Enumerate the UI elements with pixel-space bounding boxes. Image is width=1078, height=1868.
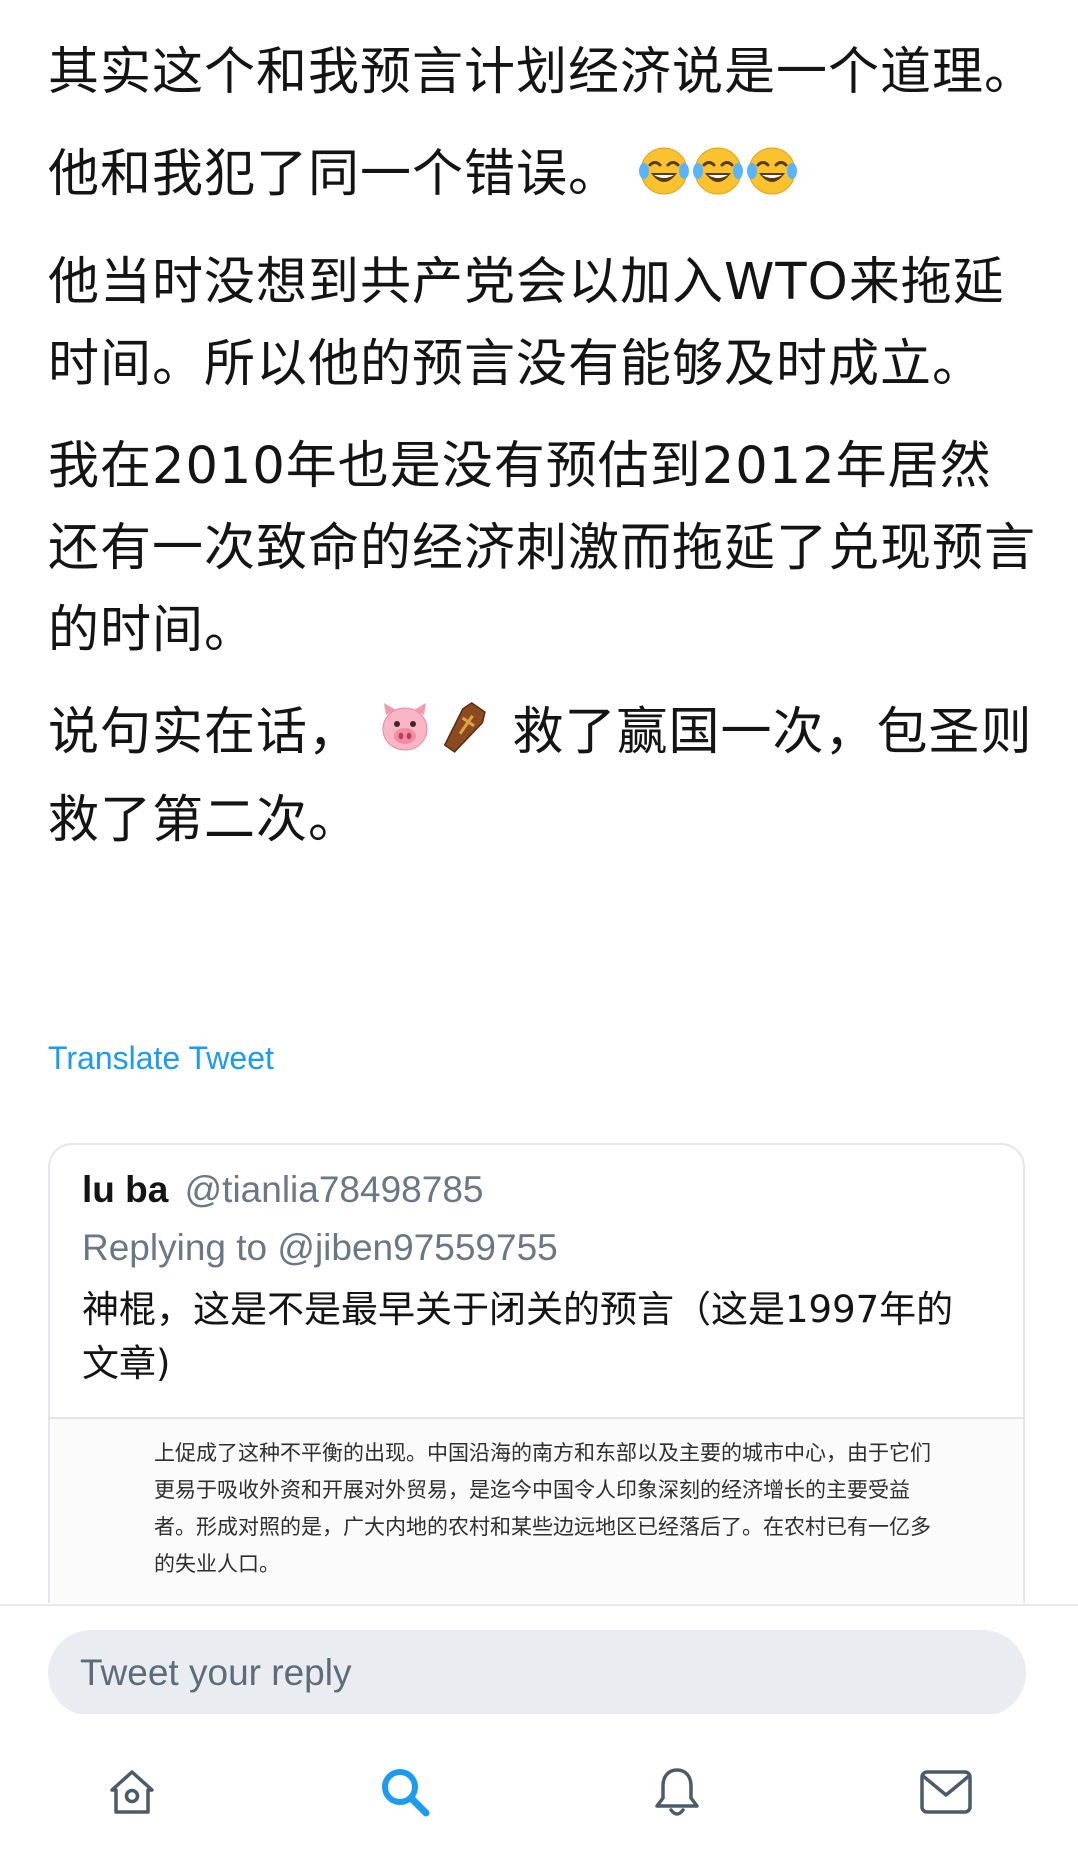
quoted-tweet-image[interactable]: 上促成了这种不平衡的出现。中国沿海的南方和东部以及主要的城市中心，由于它们更易于…	[50, 1417, 1023, 1603]
tears-of-joy-emoji-icon	[746, 140, 798, 222]
tab-notifications[interactable]	[637, 1752, 717, 1832]
coffin-emoji-icon	[434, 698, 494, 780]
reply-bar	[0, 1604, 1078, 1716]
quoted-tweet-author-handle: @tianlia78498785	[184, 1169, 484, 1210]
tweet-paragraph-text: 他当时没想到共产党会以加入WTO来拖延时间。所以他的预言没有能够及时成立。	[48, 253, 1005, 394]
tweet-paragraph-text: 其实这个和我预言计划经济说是一个道理。	[48, 43, 1037, 102]
tears-of-joy-emoji-icon	[692, 140, 744, 222]
tweet-paragraph-text: 我在2010年也是没有预估到2012年居然还有一次致命的经济刺激而拖延了兑现预言…	[48, 437, 1037, 660]
tweet-paragraph: 其实这个和我预言计划经济说是一个道理。	[48, 32, 1038, 114]
tab-messages[interactable]	[906, 1752, 986, 1832]
bell-icon	[655, 1768, 699, 1816]
tweet-paragraph-text: 说句实在话，	[48, 703, 361, 762]
reply-input[interactable]	[48, 1630, 1026, 1716]
translate-tweet-link[interactable]: Translate Tweet	[48, 1040, 274, 1077]
tab-search[interactable]	[365, 1752, 445, 1832]
bottom-tab-bar	[0, 1714, 1078, 1868]
search-icon	[382, 1769, 430, 1817]
quoted-tweet-card[interactable]: lu ba @tianlia78498785 Replying to @jibe…	[48, 1143, 1025, 1603]
tab-home[interactable]	[92, 1752, 172, 1832]
tweet-paragraph: 他当时没想到共产党会以加入WTO来拖延时间。所以他的预言没有能够及时成立。	[48, 242, 1038, 406]
tweet-paragraph: 我在2010年也是没有预估到2012年居然还有一次致命的经济刺激而拖延了兑现预言…	[48, 426, 1038, 672]
tweet-paragraph: 他和我犯了同一个错误。	[48, 134, 1038, 222]
quoted-tweet-author-name: lu ba	[82, 1169, 169, 1210]
tears-of-joy-emoji-icon	[638, 140, 690, 222]
mail-icon	[920, 1770, 972, 1814]
quoted-tweet-image-text: 上促成了这种不平衡的出现。中国沿海的南方和东部以及主要的城市中心，由于它们更易于…	[154, 1441, 931, 1576]
pig-face-emoji-icon	[378, 698, 432, 780]
home-icon	[110, 1770, 154, 1814]
tweet-paragraph: 说句实在话， 救了赢国一次，包圣则救了第二次。	[48, 692, 1038, 862]
quoted-tweet-header: lu ba @tianlia78498785	[82, 1169, 483, 1211]
quoted-tweet-text: 神棍，这是不是最早关于闭关的预言（这是1997年的文章)	[82, 1288, 954, 1385]
tweet-text: 其实这个和我预言计划经济说是一个道理。 他和我犯了同一个错误。 他当时没想到共产…	[48, 32, 1038, 882]
quoted-tweet-replying-to: Replying to @jiben97559755	[82, 1227, 558, 1268]
tweet-paragraph-text: 他和我犯了同一个错误。	[48, 145, 621, 204]
